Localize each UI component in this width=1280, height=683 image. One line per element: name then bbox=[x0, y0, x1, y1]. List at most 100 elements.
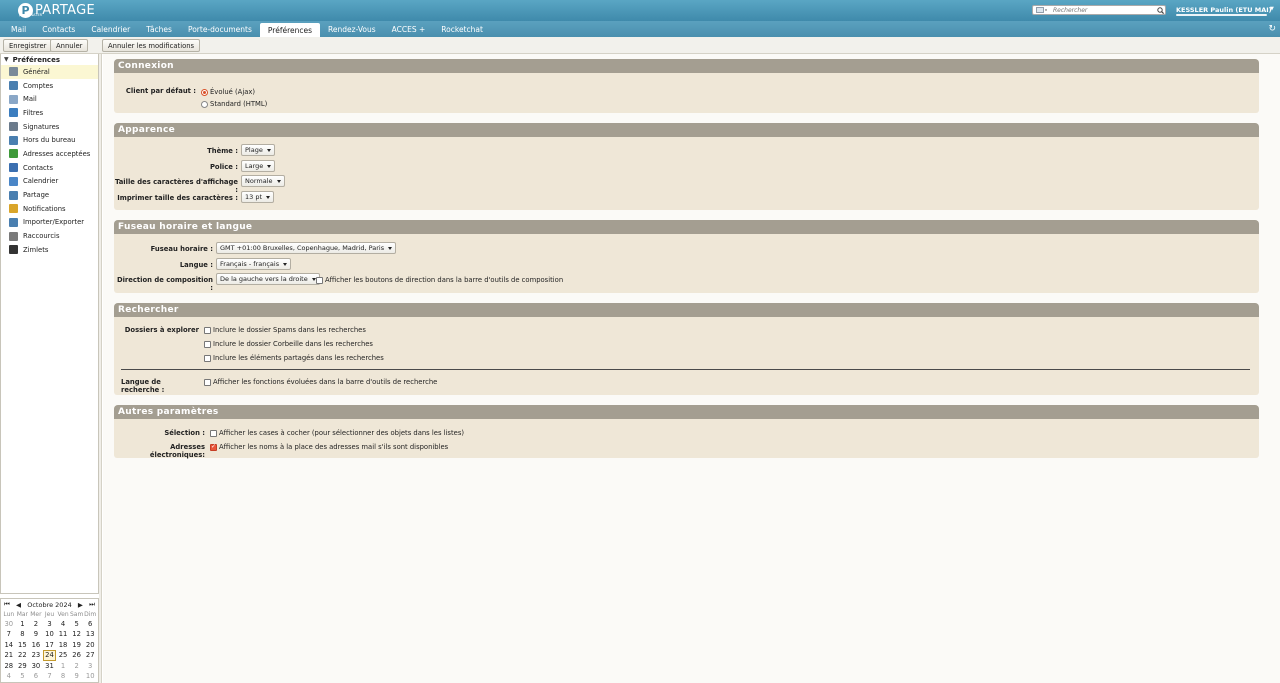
sidebar-item[interactable]: Zimlets bbox=[1, 243, 98, 257]
sidebar-item[interactable]: Filtres bbox=[1, 106, 98, 120]
show-checkboxes-checkbox[interactable]: Afficher les cases à cocher (pour sélect… bbox=[210, 429, 464, 437]
user-menu[interactable]: KESSLER Paulin (ETU MAI) bbox=[1176, 6, 1272, 14]
calendar-day[interactable]: 10 bbox=[43, 629, 57, 639]
calendar-day[interactable]: 7 bbox=[2, 629, 16, 639]
calendar-day[interactable]: 17 bbox=[43, 640, 57, 650]
calendar-day[interactable]: 5 bbox=[70, 619, 84, 629]
calendar-day[interactable]: 26 bbox=[70, 650, 84, 660]
font-size-select[interactable]: Normale bbox=[241, 175, 285, 187]
tab-appointments[interactable]: Rendez-Vous bbox=[320, 21, 384, 37]
calendar-day[interactable]: 19 bbox=[70, 640, 84, 650]
tab-mail[interactable]: Mail bbox=[3, 21, 34, 37]
next-month-icon[interactable]: ▶ bbox=[78, 601, 83, 609]
calendar-day[interactable]: 12 bbox=[70, 629, 84, 639]
font-select[interactable]: Large bbox=[241, 160, 276, 172]
theme-select[interactable]: Plage bbox=[241, 144, 275, 156]
calendar-day[interactable]: 3 bbox=[83, 661, 97, 671]
radio-ajax[interactable]: Évolué (Ajax) bbox=[201, 88, 255, 96]
calendar-month[interactable]: Octobre 2024 bbox=[27, 601, 71, 609]
checkbox[interactable] bbox=[204, 354, 211, 362]
calendar-day[interactable]: 16 bbox=[29, 640, 43, 650]
calendar-day[interactable]: 9 bbox=[70, 671, 84, 681]
print-size-select[interactable]: 13 pt bbox=[241, 191, 275, 203]
prev-month-icon[interactable]: ◀ bbox=[16, 601, 21, 609]
search-input[interactable] bbox=[1051, 6, 1155, 14]
tab-tasks[interactable]: Tâches bbox=[138, 21, 180, 37]
calendar-day[interactable]: 4 bbox=[56, 619, 70, 629]
calendar-day[interactable]: 30 bbox=[29, 661, 43, 671]
calendar-day[interactable]: 24 bbox=[42, 650, 57, 661]
radio-button[interactable] bbox=[201, 100, 208, 108]
calendar-day[interactable]: 25 bbox=[56, 650, 70, 660]
next-year-icon[interactable]: ⏭ bbox=[89, 600, 95, 609]
include-shared-checkbox[interactable]: Inclure les éléments partagés dans les r… bbox=[204, 354, 384, 362]
tab-rocketchat[interactable]: Rocketchat bbox=[433, 21, 491, 37]
calendar-day[interactable]: 28 bbox=[2, 661, 16, 671]
sidebar-item[interactable]: Mail bbox=[1, 92, 98, 106]
checkbox[interactable] bbox=[204, 340, 211, 348]
tab-contacts[interactable]: Contacts bbox=[34, 21, 83, 37]
calendar-day[interactable]: 8 bbox=[56, 671, 70, 681]
sidebar-item[interactable]: Général bbox=[1, 65, 98, 79]
refresh-icon[interactable]: ↻ bbox=[1268, 24, 1276, 34]
language-select[interactable]: Français - français bbox=[216, 258, 292, 270]
direction-buttons-checkbox[interactable]: Afficher les boutons de direction dans l… bbox=[316, 276, 563, 284]
calendar-day[interactable]: 20 bbox=[83, 640, 97, 650]
calendar-day[interactable]: 10 bbox=[83, 671, 97, 681]
calendar-day[interactable]: 11 bbox=[56, 629, 70, 639]
calendar-day[interactable]: 6 bbox=[29, 671, 43, 681]
undo-changes-button[interactable]: Annuler les modifications bbox=[102, 39, 201, 52]
calendar-day[interactable]: 3 bbox=[43, 619, 57, 629]
calendar-day[interactable]: 22 bbox=[16, 650, 30, 660]
calendar-day[interactable]: 15 bbox=[16, 640, 30, 650]
cancel-button[interactable]: Annuler bbox=[50, 39, 89, 52]
prev-year-icon[interactable]: ⏮ bbox=[4, 600, 10, 609]
calendar-day[interactable]: 2 bbox=[29, 619, 43, 629]
sidebar-item[interactable]: Hors du bureau bbox=[1, 133, 98, 147]
radio-html[interactable]: Standard (HTML) bbox=[201, 100, 267, 108]
sidebar-item[interactable]: Partage bbox=[1, 188, 98, 202]
save-button[interactable]: Enregistrer bbox=[3, 39, 53, 52]
collapse-icon[interactable]: ▼ bbox=[4, 56, 9, 63]
calendar-day[interactable]: 1 bbox=[16, 619, 30, 629]
search-type-selector[interactable] bbox=[1033, 6, 1051, 14]
calendar-day[interactable]: 30 bbox=[2, 619, 16, 629]
sidebar-item[interactable]: Importer/Exporter bbox=[1, 216, 98, 230]
checkbox[interactable] bbox=[316, 276, 323, 284]
show-names-checkbox[interactable]: ✓ Afficher les noms à la place des adress… bbox=[210, 443, 448, 451]
chevron-down-icon[interactable]: ▼ bbox=[1270, 6, 1274, 12]
calendar-day[interactable]: 6 bbox=[83, 619, 97, 629]
sidebar-item[interactable]: Calendrier bbox=[1, 175, 98, 189]
compose-direction-select[interactable]: De la gauche vers la droite bbox=[216, 273, 320, 285]
checkbox-checked[interactable]: ✓ bbox=[210, 443, 217, 451]
calendar-day[interactable]: 23 bbox=[29, 650, 43, 660]
calendar-day[interactable]: 13 bbox=[83, 629, 97, 639]
tab-calendar[interactable]: Calendrier bbox=[83, 21, 138, 37]
calendar-day[interactable]: 29 bbox=[16, 661, 30, 671]
calendar-day[interactable]: 31 bbox=[43, 661, 57, 671]
checkbox[interactable] bbox=[204, 326, 211, 334]
sidebar-item[interactable]: Comptes bbox=[1, 79, 98, 93]
sidebar-item[interactable]: Adresses acceptées bbox=[1, 147, 98, 161]
calendar-day[interactable]: 18 bbox=[56, 640, 70, 650]
tab-preferences[interactable]: Préférences bbox=[259, 23, 321, 37]
sidebar-header[interactable]: ▼ Préférences bbox=[1, 54, 98, 65]
calendar-day[interactable]: 2 bbox=[70, 661, 84, 671]
advanced-search-checkbox[interactable]: Afficher les fonctions évoluées dans la … bbox=[204, 378, 437, 386]
calendar-day[interactable]: 1 bbox=[56, 661, 70, 671]
sidebar-item[interactable]: Raccourcis bbox=[1, 229, 98, 243]
calendar-day[interactable]: 9 bbox=[29, 629, 43, 639]
sidebar-item[interactable]: Contacts bbox=[1, 161, 98, 175]
sidebar-splitter[interactable] bbox=[99, 54, 102, 683]
timezone-select[interactable]: GMT +01:00 Bruxelles, Copenhague, Madrid… bbox=[216, 242, 397, 254]
tab-acces[interactable]: ACCES + bbox=[384, 21, 434, 37]
calendar-day[interactable]: 21 bbox=[2, 650, 16, 660]
search-icon[interactable] bbox=[1155, 6, 1165, 14]
checkbox[interactable] bbox=[210, 429, 217, 437]
radio-button[interactable] bbox=[201, 88, 208, 96]
sidebar-item[interactable]: Signatures bbox=[1, 120, 98, 134]
include-spam-checkbox[interactable]: Inclure le dossier Spams dans les recher… bbox=[204, 326, 366, 334]
calendar-day[interactable]: 7 bbox=[43, 671, 57, 681]
tab-briefcase[interactable]: Porte-documents bbox=[180, 21, 260, 37]
sidebar-item[interactable]: Notifications bbox=[1, 202, 98, 216]
